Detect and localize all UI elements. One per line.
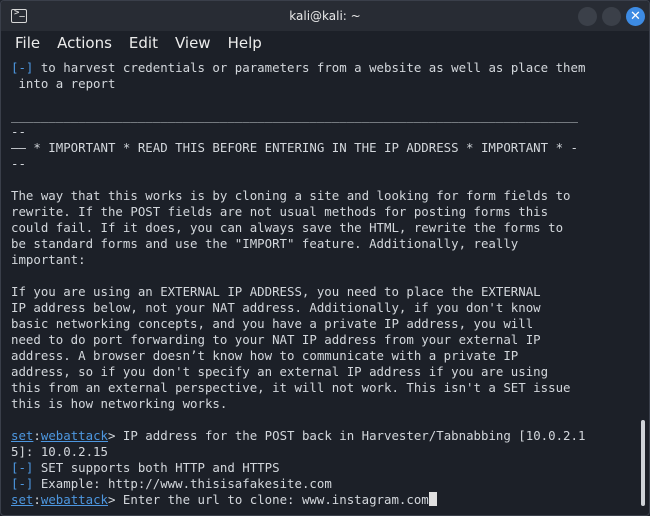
terminal-text: be standard forms and use the "IMPORT" f… — [11, 236, 519, 251]
close-button[interactable]: ✕ — [626, 7, 645, 26]
terminal-text: webattack — [40, 428, 108, 443]
terminal-line: important: — [11, 252, 637, 268]
terminal-line: this is how networking works. — [11, 396, 637, 412]
terminal-text: important: — [11, 252, 86, 267]
terminal-line: -- — [11, 124, 637, 140]
scrollbar-thumb[interactable] — [641, 420, 645, 506]
terminal-text: —— * IMPORTANT * READ THIS BEFORE ENTERI… — [11, 140, 578, 155]
terminal-line: address, so if you don't specify an exte… — [11, 364, 637, 380]
terminal-text: need to do port forwarding to your NAT I… — [11, 332, 541, 347]
text-cursor — [428, 492, 437, 506]
terminal-window: >_ kali@kali: ~ ✕ File Actions Edit View… — [0, 0, 650, 516]
terminal-line: —— * IMPORTANT * READ THIS BEFORE ENTERI… — [11, 140, 637, 156]
terminal-text: set — [11, 428, 34, 443]
terminal-text: address, so if you don't specify an exte… — [11, 364, 549, 379]
terminal-text: SET supports both HTTP and HTTPS — [33, 460, 280, 475]
menu-view[interactable]: View — [175, 31, 211, 55]
terminal-text: -- — [11, 156, 26, 171]
terminal-line: into a report — [11, 76, 637, 92]
menu-file[interactable]: File — [15, 31, 40, 55]
terminal-text: > IP address for the POST back in Harves… — [108, 428, 586, 443]
terminal-output[interactable]: [-] to harvest credentials or parameters… — [1, 55, 637, 515]
terminal-line: The way that this works is by cloning a … — [11, 188, 637, 204]
terminal-line: need to do port forwarding to your NAT I… — [11, 332, 637, 348]
menu-help[interactable]: Help — [228, 31, 262, 55]
scrollbar[interactable] — [637, 55, 649, 515]
terminal-line: [-] to harvest credentials or parameters… — [11, 60, 637, 76]
terminal-text: IP address below, not your NAT address. … — [11, 300, 541, 315]
menu-edit[interactable]: Edit — [129, 31, 158, 55]
terminal-line: [-] SET supports both HTTP and HTTPS — [11, 460, 637, 476]
menu-bar: File Actions Edit View Help — [1, 31, 649, 55]
terminal-text: 5]: 10.0.2.15 — [11, 444, 108, 459]
terminal-text: [-] — [11, 460, 34, 475]
title-bar[interactable]: >_ kali@kali: ~ ✕ — [1, 1, 649, 31]
terminal-line: ________________________________________… — [11, 108, 637, 124]
minimize-button[interactable] — [578, 7, 597, 26]
terminal-text: rewrite. If the POST fields are not usua… — [11, 204, 549, 219]
terminal-text: basic networking concepts, and you have … — [11, 316, 534, 331]
terminal-text: If you are using an EXTERNAL IP ADDRESS,… — [11, 284, 541, 299]
terminal-line: IP address below, not your NAT address. … — [11, 300, 637, 316]
terminal-text: [-] — [11, 476, 34, 491]
terminal-text: address. A browser doesn’t know how to c… — [11, 348, 519, 363]
terminal-line: set:webattack> IP address for the POST b… — [11, 428, 637, 444]
terminal-line: rewrite. If the POST fields are not usua… — [11, 204, 637, 220]
terminal-line: [-] Example: http://www.thisisafakesite.… — [11, 476, 637, 492]
terminal-text: could fail. If it does, you can always s… — [11, 220, 564, 235]
terminal-text: this from an external perspective, it wi… — [11, 380, 571, 395]
terminal-text: Example: http://www.thisisafakesite.com — [33, 476, 332, 491]
terminal-line: 5]: 10.0.2.15 — [11, 444, 637, 460]
terminal-line: -- — [11, 156, 637, 172]
terminal-line: If you are using an EXTERNAL IP ADDRESS,… — [11, 284, 637, 300]
terminal-line: basic networking concepts, and you have … — [11, 316, 637, 332]
maximize-button[interactable] — [602, 7, 621, 26]
terminal-line: could fail. If it does, you can always s… — [11, 220, 637, 236]
terminal-text: webattack — [40, 492, 108, 507]
terminal-text: : — [33, 492, 41, 507]
terminal-line: address. A browser doesn’t know how to c… — [11, 348, 637, 364]
terminal-text: > Enter the url to clone: www.instagram.… — [108, 492, 429, 507]
window-title: kali@kali: ~ — [289, 9, 361, 23]
terminal-text: set — [11, 492, 34, 507]
terminal-text: into a report — [11, 76, 116, 91]
terminal-line: this from an external perspective, it wi… — [11, 380, 637, 396]
terminal-text: to harvest credentials or parameters fro… — [33, 60, 586, 75]
terminal-line: set:webattack> Enter the url to clone: w… — [11, 492, 637, 508]
terminal-text: this is how networking works. — [11, 396, 228, 411]
menu-actions[interactable]: Actions — [57, 31, 112, 55]
terminal-text: [-] — [11, 60, 34, 75]
terminal-line: be standard forms and use the "IMPORT" f… — [11, 236, 637, 252]
terminal-text: ________________________________________… — [11, 108, 578, 123]
terminal-text: : — [33, 428, 41, 443]
terminal-text: -- — [11, 124, 26, 139]
terminal-text: The way that this works is by cloning a … — [11, 188, 571, 203]
